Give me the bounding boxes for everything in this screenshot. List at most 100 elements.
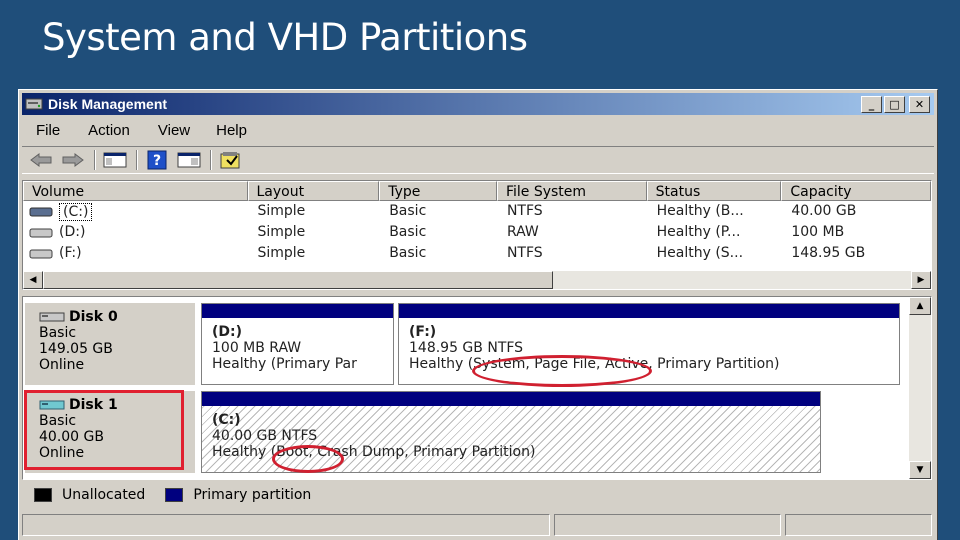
forward-arrow-icon (62, 153, 84, 167)
highlight-box-disk-1 (24, 390, 184, 470)
partition-size-fs: 40.00 GB NTFS (212, 428, 318, 444)
scroll-down-button[interactable]: ▼ (909, 461, 931, 479)
disk-management-window: Disk Management _ □ ✕ File Action View H… (18, 89, 938, 540)
primary-partition-bar (399, 304, 899, 318)
volume-status: Healthy (B... (656, 203, 744, 219)
disk-properties-icon (220, 152, 240, 169)
drive-icon (29, 249, 53, 258)
highlight-ellipse-system (472, 355, 652, 387)
scroll-left-button[interactable]: ◀ (23, 271, 43, 289)
toolbar-separator (136, 150, 138, 170)
disk-label-0[interactable]: Disk 0 Basic 149.05 GB Online (25, 303, 195, 385)
volume-list: Volume Layout Type File System Status Ca… (22, 180, 932, 290)
volume-row-f[interactable]: (F:) Simple Basic NTFS Healthy (S... 148… (23, 243, 931, 264)
status-pane (553, 514, 781, 536)
disk-management-app-icon (25, 98, 43, 110)
partition-name: (C:) (212, 412, 241, 428)
column-header-status[interactable]: Status (646, 181, 782, 201)
slide-title: System and VHD Partitions (42, 16, 528, 59)
vertical-scrollbar[interactable]: ▲ ▼ (909, 297, 931, 479)
volume-layout: Simple (257, 203, 306, 219)
back-button[interactable] (28, 149, 54, 171)
primary-partition-bar (202, 392, 820, 406)
back-arrow-icon (30, 153, 52, 167)
console-tree-icon (103, 152, 127, 168)
volume-capacity: 100 MB (791, 224, 845, 240)
column-header-capacity[interactable]: Capacity (781, 181, 932, 201)
disk-name: Disk 0 (69, 309, 118, 325)
menu-help[interactable]: Help (216, 122, 247, 139)
status-pane (22, 514, 550, 536)
disk-icon (39, 312, 65, 322)
scroll-right-button[interactable]: ▶ (911, 271, 931, 289)
status-bar (22, 514, 932, 536)
column-header-file-system[interactable]: File System (496, 181, 647, 201)
maximize-button[interactable]: □ (884, 96, 905, 113)
toolbar-separator (210, 150, 212, 170)
disk-type: Basic (39, 325, 77, 341)
help-button[interactable]: ? (144, 149, 170, 171)
column-header-layout[interactable]: Layout (247, 181, 380, 201)
properties-view-button[interactable] (176, 149, 202, 171)
partition-d[interactable]: (D:) 100 MB RAW Healthy (Primary Par (201, 303, 394, 385)
status-pane (784, 514, 932, 536)
partition-size-fs: 148.95 GB NTFS (409, 340, 524, 356)
toolbar-separator (94, 150, 96, 170)
volume-file-system: NTFS (506, 245, 543, 261)
highlight-ellipse-boot (272, 445, 344, 473)
horizontal-scrollbar[interactable]: ◀ ▶ (23, 271, 931, 289)
volume-type: Basic (389, 245, 427, 261)
close-button[interactable]: ✕ (909, 96, 930, 113)
legend-label-primary: Primary partition (193, 487, 312, 503)
toolbar: ? (22, 146, 934, 174)
primary-partition-bar (202, 304, 393, 318)
menu-file[interactable]: File (36, 122, 60, 139)
volume-layout: Simple (257, 224, 306, 240)
menu-bar: File Action View Help (22, 118, 934, 142)
volume-status: Healthy (P... (656, 224, 741, 240)
minimize-button[interactable]: _ (861, 96, 882, 113)
partition-size-fs: 100 MB RAW (212, 340, 302, 356)
scroll-up-button[interactable]: ▲ (909, 297, 931, 315)
volume-type: Basic (389, 203, 427, 219)
legend-swatch-unallocated (34, 488, 52, 502)
legend-label-unallocated: Unallocated (62, 487, 146, 503)
volume-type: Basic (389, 224, 427, 240)
volume-row-c[interactable]: (C:) Simple Basic NTFS Healthy (B... 40.… (23, 201, 931, 222)
legend-swatch-primary (165, 488, 184, 502)
partition-name: (F:) (409, 324, 437, 340)
svg-text:?: ? (153, 153, 161, 169)
drive-icon (29, 228, 53, 237)
column-header-type[interactable]: Type (379, 181, 497, 201)
partition-status: Healthy (Primary Par (212, 356, 357, 372)
help-icon: ? (147, 150, 167, 170)
partition-name: (D:) (212, 324, 243, 340)
disk-state: Online (39, 357, 85, 373)
volume-list-header: Volume Layout Type File System Status Ca… (23, 181, 932, 201)
volume-status: Healthy (S... (656, 245, 744, 261)
disk-properties-button[interactable] (218, 149, 244, 171)
volume-name: (F:) (59, 245, 82, 261)
drive-icon (29, 207, 53, 216)
volume-layout: Simple (257, 245, 306, 261)
horizontal-scroll-track[interactable] (553, 271, 911, 289)
volume-file-system: NTFS (506, 203, 543, 219)
disk-row-0: Disk 0 Basic 149.05 GB Online (D:) 100 M… (25, 303, 905, 387)
disk-size: 149.05 GB (39, 341, 113, 357)
title-bar[interactable]: Disk Management _ □ ✕ (22, 93, 934, 115)
volume-file-system: RAW (506, 224, 539, 240)
horizontal-scroll-thumb[interactable] (43, 271, 553, 289)
properties-view-icon (177, 152, 201, 168)
volume-row-d[interactable]: (D:) Simple Basic RAW Healthy (P... 100 … (23, 222, 931, 243)
volume-name: (C:) (59, 202, 93, 221)
column-header-volume[interactable]: Volume (23, 181, 248, 201)
show-hide-console-tree-button[interactable] (102, 149, 128, 171)
volume-name: (D:) (59, 224, 86, 240)
forward-button[interactable] (60, 149, 86, 171)
volume-capacity: 40.00 GB (791, 203, 857, 219)
volume-capacity: 148.95 GB (791, 245, 866, 261)
menu-action[interactable]: Action (88, 122, 130, 139)
menu-view[interactable]: View (158, 122, 190, 139)
window-title: Disk Management (48, 96, 168, 112)
legend: Unallocated Primary partition (22, 483, 932, 507)
